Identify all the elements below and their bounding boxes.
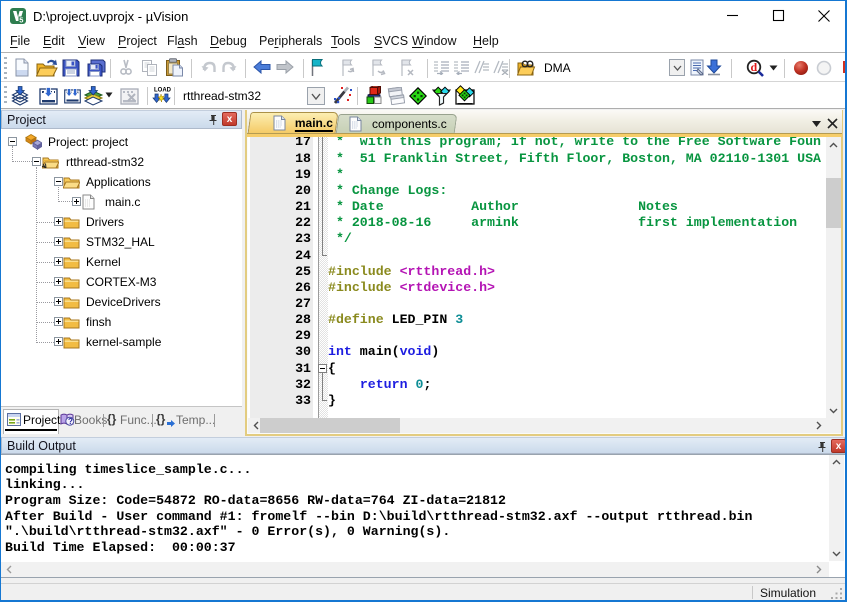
svg-text:LOAD: LOAD bbox=[154, 88, 171, 94]
svg-text:d: d bbox=[751, 60, 758, 74]
svg-text:?: ? bbox=[68, 417, 73, 426]
svg-text:5: 5 bbox=[19, 15, 23, 24]
